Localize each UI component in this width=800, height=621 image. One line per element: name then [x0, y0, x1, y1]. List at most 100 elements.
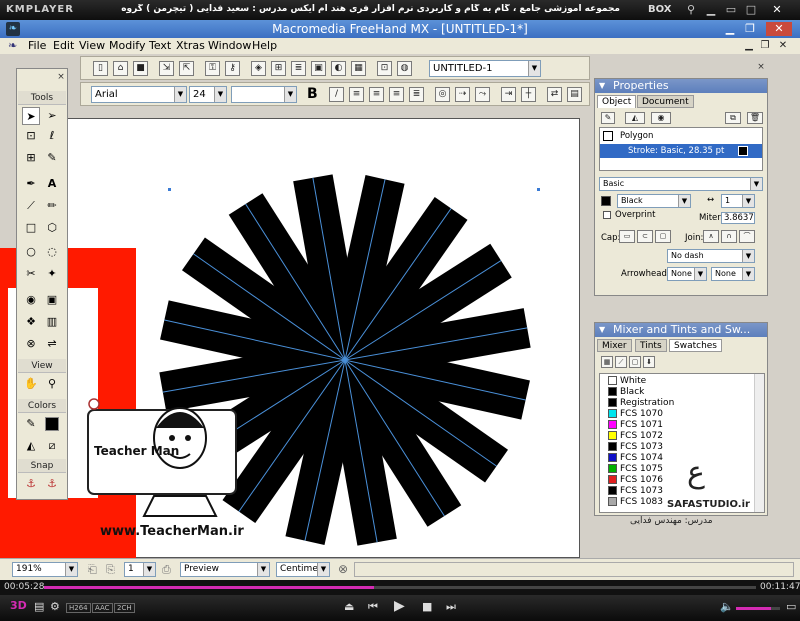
- both-swatch-icon[interactable]: ▢: [629, 356, 641, 368]
- align-icon[interactable]: ⊞: [271, 61, 286, 76]
- swatch-item[interactable]: FCS 1076: [608, 475, 663, 486]
- swatch-item[interactable]: FCS 1071: [608, 420, 663, 431]
- swatches-header[interactable]: Mixer and Tints and Sw...: [595, 323, 767, 337]
- app-close-icon[interactable]: ✕: [766, 22, 792, 36]
- bold-button[interactable]: B: [307, 86, 318, 102]
- open-icon[interactable]: ⌂: [113, 61, 128, 76]
- previous-icon[interactable]: ⏮: [368, 600, 378, 614]
- tab-object[interactable]: Object: [597, 95, 637, 108]
- text-tool-icon[interactable]: A: [43, 175, 61, 193]
- collapse-arrow-icon[interactable]: ▼: [599, 325, 605, 334]
- selection-handle[interactable]: [537, 188, 540, 191]
- fill-bucket-icon[interactable]: ◭: [22, 437, 40, 455]
- pencil-tool-icon[interactable]: ✏: [43, 197, 61, 215]
- spiral-tool-icon[interactable]: ◌: [43, 243, 61, 261]
- player-minimize-icon[interactable]: ▁: [704, 3, 718, 17]
- stroke-width-select[interactable]: 1 ▼: [721, 194, 755, 208]
- menu-edit[interactable]: Edit: [53, 39, 74, 52]
- play-icon[interactable]: ▶: [394, 598, 405, 614]
- tray-icon[interactable]: ▭: [786, 600, 796, 613]
- font-select[interactable]: Arial ▼: [91, 86, 187, 103]
- swatch-item[interactable]: FCS 1075: [608, 464, 663, 475]
- rectangle-tool-icon[interactable]: □: [22, 219, 40, 237]
- collapse-arrow-icon[interactable]: ▼: [599, 81, 605, 90]
- new-icon[interactable]: ▯: [93, 61, 108, 76]
- ellipse-tool-icon[interactable]: ○: [22, 243, 40, 261]
- freehand-app-icon[interactable]: ❧: [6, 22, 20, 36]
- ruler-icon[interactable]: ┼: [521, 87, 536, 102]
- group-icon[interactable]: ◈: [251, 61, 266, 76]
- join-round-icon[interactable]: ∩: [721, 230, 737, 243]
- menu-window[interactable]: Window: [208, 39, 251, 52]
- tab-document[interactable]: Document: [637, 95, 694, 108]
- text-editor-icon[interactable]: ▤: [567, 87, 582, 102]
- join-miter-icon[interactable]: ∧: [703, 230, 719, 243]
- effect-icon[interactable]: ◎: [435, 87, 450, 102]
- freeform-tool-icon[interactable]: ✦: [43, 265, 61, 283]
- menu-modify[interactable]: Modify: [109, 39, 145, 52]
- player-close-icon[interactable]: ✕: [770, 3, 784, 17]
- swatch-item[interactable]: White: [608, 376, 646, 387]
- polygon-tool-icon[interactable]: ⬡: [43, 219, 61, 237]
- fill-swatch-icon[interactable]: ⟋: [615, 356, 627, 368]
- menu-file[interactable]: File: [28, 39, 46, 52]
- font-style-select[interactable]: ▼: [231, 86, 297, 103]
- zoom-select[interactable]: 191% ▼: [12, 562, 78, 577]
- no-color-icon[interactable]: ⧄: [43, 437, 61, 455]
- scale-tool-icon[interactable]: ⊞: [22, 149, 40, 167]
- trace-tool-icon[interactable]: ▣: [43, 291, 61, 309]
- eject-icon[interactable]: ⏏: [344, 600, 354, 613]
- pen-tool-icon[interactable]: ✒: [22, 175, 40, 193]
- italic-icon[interactable]: /: [329, 87, 344, 102]
- document-icon[interactable]: ❧: [8, 39, 17, 52]
- swatch-item[interactable]: FCS 1073: [608, 486, 663, 497]
- line-tool-icon[interactable]: ⟋: [22, 197, 40, 215]
- document-select[interactable]: UNTITLED-1 ▼: [429, 60, 541, 77]
- graphic-hose-icon[interactable]: ❖: [22, 313, 40, 331]
- library-icon[interactable]: ▣: [311, 61, 326, 76]
- swatch-scrollbar[interactable]: [754, 374, 764, 512]
- swatch-item[interactable]: FCS 1073: [608, 442, 663, 453]
- swatches-icon[interactable]: ▦: [351, 61, 366, 76]
- properties-header[interactable]: Properties: [595, 79, 767, 93]
- swatch-item[interactable]: Black: [608, 387, 644, 398]
- styles-icon[interactable]: ◐: [331, 61, 346, 76]
- align-left-icon[interactable]: ≡: [349, 87, 364, 102]
- swatch-item[interactable]: FCS 1074: [608, 453, 663, 464]
- convert-icon[interactable]: ⇄: [547, 87, 562, 102]
- link-text-icon[interactable]: ⇢: [455, 87, 470, 102]
- cap-butt-icon[interactable]: ▭: [619, 230, 635, 243]
- next-page-icon[interactable]: ⎙: [162, 563, 171, 577]
- menu-view[interactable]: View: [79, 39, 105, 52]
- align-center-icon[interactable]: ≡: [369, 87, 384, 102]
- volume-icon[interactable]: 🔈: [720, 600, 734, 613]
- next-icon[interactable]: ⏭: [446, 600, 456, 614]
- miter-input[interactable]: 3.8637: [721, 212, 755, 224]
- lasso-tool-icon[interactable]: ℓ: [43, 127, 61, 145]
- tools-close-icon[interactable]: ×: [55, 71, 67, 83]
- zoom-tool-icon[interactable]: ⚲: [43, 375, 61, 393]
- justify-icon[interactable]: ≣: [409, 87, 424, 102]
- subselect-tool-icon[interactable]: ➢: [43, 107, 61, 125]
- duplicate-attr-icon[interactable]: ⧉: [725, 112, 741, 124]
- first-page-icon[interactable]: ⎘: [106, 563, 115, 577]
- stroke-color-icon[interactable]: ✎: [22, 415, 40, 433]
- list-item-polygon[interactable]: Polygon: [620, 131, 653, 141]
- add-effect-icon[interactable]: ◉: [651, 112, 671, 124]
- join-bevel-icon[interactable]: ⌒: [739, 230, 755, 243]
- cap-round-icon[interactable]: ⊂: [637, 230, 653, 243]
- export-icon[interactable]: ⇱: [179, 61, 194, 76]
- snap-to-point-icon[interactable]: ⚓: [22, 475, 40, 493]
- align-right-icon[interactable]: ≡: [389, 87, 404, 102]
- swatch-item[interactable]: FCS 1070: [608, 409, 663, 420]
- tab-mixer[interactable]: Mixer: [597, 339, 632, 352]
- doc-restore-icon[interactable]: ❐: [758, 39, 772, 52]
- arrowhead-right-select[interactable]: None ▼: [711, 267, 755, 281]
- cap-square-icon[interactable]: ▢: [655, 230, 671, 243]
- stroke-color-select[interactable]: Black ▼: [617, 194, 691, 208]
- lock-icon[interactable]: ⚿: [205, 61, 220, 76]
- swatch-item[interactable]: FCS 1083: [608, 497, 663, 508]
- stop-icon[interactable]: ■: [422, 600, 432, 613]
- hand-tool-icon[interactable]: ✋: [22, 375, 40, 393]
- add-fill-icon[interactable]: ◭: [625, 112, 645, 124]
